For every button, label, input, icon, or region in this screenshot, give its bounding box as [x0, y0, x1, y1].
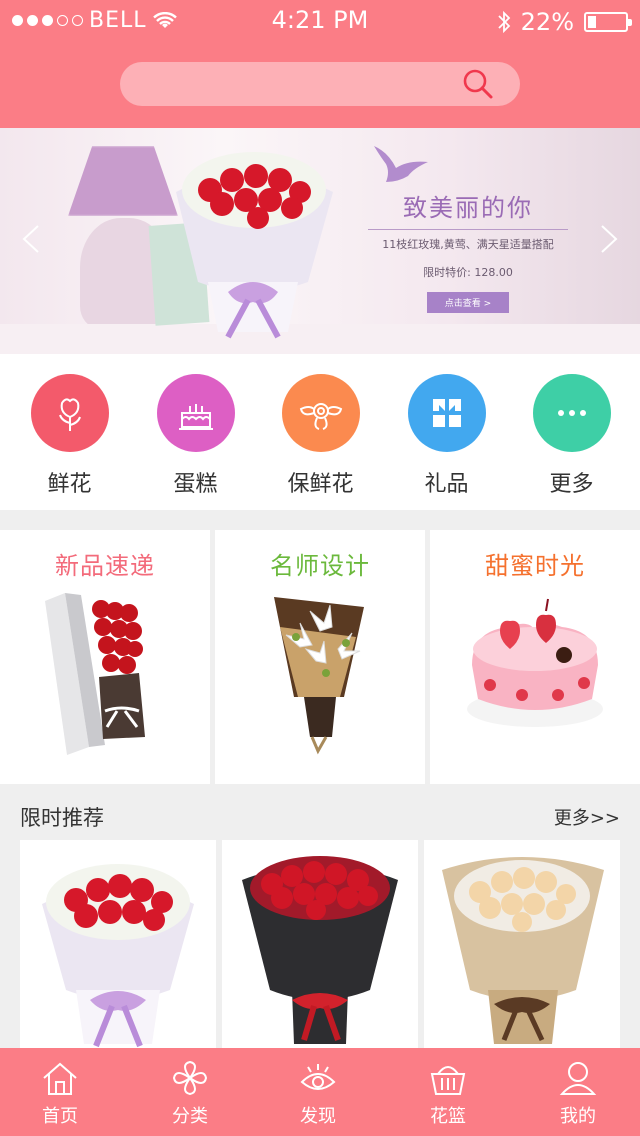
- banner-title: 致美丽的你: [403, 194, 533, 222]
- bluetooth-icon: [498, 10, 510, 34]
- banner-view-button[interactable]: 点击查看 >: [426, 292, 510, 313]
- tab-label: 我的: [560, 1106, 596, 1127]
- tab-label: 首页: [42, 1106, 78, 1127]
- red-roses-white-wrap-image: [42, 864, 194, 1048]
- feature-sweet-time[interactable]: 甜蜜时光: [430, 530, 640, 784]
- category-preserved-flowers[interactable]: 保鲜花: [258, 374, 383, 498]
- search-bar[interactable]: [120, 62, 520, 106]
- tab-label: 分类: [172, 1106, 208, 1127]
- header: BELL 4:21 PM 22%: [0, 0, 640, 128]
- category-label: 礼品: [424, 472, 469, 497]
- tab-label: 发现: [300, 1106, 336, 1127]
- promo-banner[interactable]: 致美丽的你 11枝红玫瑰,黄莺、满天星适量搭配 限时特价: 128.00 点击查…: [0, 128, 640, 354]
- category-label: 保鲜花: [287, 472, 354, 497]
- banner-divider: [368, 229, 568, 230]
- status-right: 22%: [497, 8, 632, 36]
- red-roses-black-wrap-image: [242, 856, 398, 1044]
- home-icon: [43, 1062, 77, 1095]
- dove-icon: [374, 146, 428, 182]
- recommend-title: 限时推荐: [20, 806, 104, 830]
- recommend-item[interactable]: [222, 840, 418, 1050]
- category-label: 鲜花: [47, 472, 92, 497]
- category-label: 更多: [549, 472, 594, 497]
- recommend-header: 限时推荐 更多>>: [0, 792, 640, 838]
- battery-icon: [584, 12, 632, 32]
- feature-new-arrivals[interactable]: 新品速递: [0, 530, 210, 784]
- battery-percent: 22%: [520, 8, 574, 36]
- bottom-tab-bar: 首页 分类 发现 花篮 我的: [0, 1048, 640, 1136]
- banner-bouquet-image: [176, 152, 333, 339]
- more-icon: [532, 374, 611, 452]
- lamp-shade-decoration: [68, 146, 178, 216]
- banner-next-arrow-icon[interactable]: [596, 224, 622, 254]
- feature-section: 新品速递 名师设计 甜蜜时光: [0, 530, 640, 784]
- basket-icon: [430, 1066, 466, 1095]
- recommend-more-link[interactable]: 更多>>: [554, 804, 620, 830]
- category-icon: [172, 1060, 208, 1096]
- tab-discover[interactable]: 发现: [268, 1058, 368, 1128]
- user-icon: [559, 1062, 597, 1095]
- category-gifts[interactable]: 礼品: [384, 374, 509, 498]
- feature-title: 名师设计: [270, 552, 370, 580]
- gift-icon: [407, 374, 486, 452]
- recommend-item[interactable]: [424, 840, 620, 1050]
- preserved-flower-icon: [281, 374, 360, 452]
- banner-text-block: 致美丽的你 11枝红玫瑰,黄莺、满天星适量搭配 限时特价: 128.00 点击查…: [358, 142, 578, 313]
- banner-price: 限时特价: 128.00: [423, 266, 513, 279]
- feature-title: 新品速递: [55, 552, 155, 580]
- category-flowers[interactable]: 鲜花: [7, 374, 132, 498]
- feature-designer[interactable]: 名师设计: [215, 530, 425, 784]
- cake-icon: [156, 374, 235, 452]
- discover-eye-icon: [300, 1064, 336, 1090]
- banner-prev-arrow-icon[interactable]: [18, 224, 44, 254]
- tab-basket[interactable]: 花篮: [398, 1058, 498, 1128]
- tab-mine[interactable]: 我的: [528, 1058, 628, 1128]
- tab-label: 花篮: [430, 1106, 466, 1127]
- battery-level: [588, 16, 596, 28]
- flower-icon: [30, 374, 109, 452]
- recommend-item[interactable]: [20, 840, 216, 1050]
- tab-home[interactable]: 首页: [10, 1058, 110, 1128]
- search-icon[interactable]: [460, 66, 496, 102]
- tab-category[interactable]: 分类: [140, 1058, 240, 1128]
- status-bar: BELL 4:21 PM 22%: [0, 0, 640, 40]
- category-cakes[interactable]: 蛋糕: [133, 374, 258, 498]
- heart-cake-image: [467, 598, 603, 727]
- gift-box-roses-image: [45, 593, 145, 755]
- category-more[interactable]: 更多: [509, 374, 634, 498]
- champagne-roses-kraft-wrap-image: [442, 857, 604, 1044]
- category-row: 鲜花 蛋糕 保鲜花 礼品 更多: [0, 354, 640, 510]
- feature-title: 甜蜜时光: [485, 552, 585, 580]
- category-label: 蛋糕: [173, 472, 218, 497]
- banner-subtitle: 11枝红玫瑰,黄莺、满天星适量搭配: [382, 238, 554, 251]
- lily-bouquet-image: [274, 597, 364, 755]
